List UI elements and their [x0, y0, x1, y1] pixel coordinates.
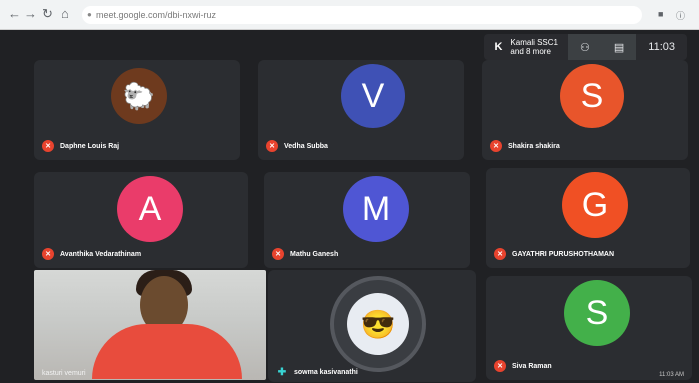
chat-icon: ▤	[613, 41, 625, 54]
muted-mic-icon: ✕	[490, 140, 502, 152]
speaking-icon: ✚	[277, 366, 287, 378]
profile-photo: 🐑	[111, 68, 167, 124]
participant-avatar: G	[562, 172, 628, 238]
participant-avatar: S	[564, 280, 630, 346]
participant-name-tag: kasturi vemuri	[42, 370, 86, 377]
participant-avatar: V	[341, 64, 405, 128]
participant-name-tag: ✕ Daphne Louis Raj	[42, 140, 119, 152]
muted-mic-icon: ✕	[494, 248, 506, 260]
participant-avatar: M	[343, 176, 409, 242]
participant-tile[interactable]: S ✕ Siva Raman 11:03 AM	[486, 276, 692, 380]
participant-name-tag: ✕ Mathu Ganesh	[272, 248, 338, 260]
people-icon: ⚇	[580, 41, 590, 54]
participant-name-tag: ✕ GAYATHRI PURUSHOTHAMAN	[494, 248, 614, 260]
muted-mic-icon: ✕	[272, 248, 284, 260]
address-text: meet.google.com/dbi-nxwi-ruz	[96, 10, 217, 20]
presenter-initial: K	[494, 41, 503, 53]
participant-tile[interactable]: 🐑 ✕ Daphne Louis Raj	[34, 60, 240, 160]
participant-name-tag: ✕ Siva Raman	[494, 360, 552, 372]
participant-tile[interactable]: A ✕ Avanthika Vedarathinam	[34, 172, 248, 268]
participant-tile[interactable]: 😎 ✚ sowma kasivanathi	[268, 270, 476, 382]
participant-name-tag: ✕ Vedha Subba	[266, 140, 328, 152]
muted-mic-icon: ✕	[266, 140, 278, 152]
participant-name-tag: ✕ Shakira shakira	[490, 140, 560, 152]
saree	[92, 324, 242, 379]
meeting-clock: 11:03	[648, 41, 675, 53]
screen: ← → ↻ ⌂ ● meet.google.com/dbi-nxwi-ruz ■…	[0, 0, 699, 383]
home-icon[interactable]: ⌂	[61, 7, 69, 21]
lock-icon: ●	[87, 10, 92, 19]
participant-tile[interactable]: V ✕ Vedha Subba	[258, 60, 464, 160]
people-button[interactable]: ⚇	[568, 34, 602, 60]
participant-tile[interactable]: G ✕ GAYATHRI PURUSHOTHAMAN	[486, 168, 690, 268]
lamb-icon: 🐑	[122, 80, 156, 111]
forward-icon[interactable]: →	[24, 7, 37, 21]
extension-icon[interactable]: ■	[658, 9, 663, 19]
participant-name-tag: ✕ Avanthika Vedarathinam	[42, 248, 141, 260]
participant-tile[interactable]: S ✕ Shakira shakira	[482, 60, 688, 160]
participant-tile[interactable]: M ✕ Mathu Ganesh	[264, 172, 470, 268]
browser-toolbar: ← → ↻ ⌂ ● meet.google.com/dbi-nxwi-ruz ■…	[0, 0, 699, 30]
chat-button[interactable]: ▤	[601, 34, 637, 60]
presentation-chip[interactable]: K Kamali SSC1 and 8 more	[484, 34, 568, 60]
address-bar[interactable]: ● meet.google.com/dbi-nxwi-ruz	[82, 6, 642, 24]
minion-icon: 😎	[347, 293, 409, 355]
muted-mic-icon: ✕	[42, 140, 54, 152]
muted-mic-icon: ✕	[42, 248, 54, 260]
camera-feed	[34, 270, 266, 380]
participant-name-tag: ✚ sowma kasivanathi	[277, 366, 358, 378]
reload-icon[interactable]: ↻	[42, 7, 53, 21]
presenter-names: Kamali SSC1 and 8 more	[510, 38, 558, 56]
participant-avatar: A	[117, 176, 183, 242]
participant-avatar: S	[560, 64, 624, 128]
muted-mic-icon: ✕	[494, 360, 506, 372]
meeting-top-controls: K Kamali SSC1 and 8 more ⚇ ▤ 11:03	[484, 34, 687, 60]
taskbar-time: 11:03 AM	[659, 372, 684, 378]
participant-video-tile[interactable]: kasturi vemuri	[34, 270, 266, 380]
profile-icon[interactable]: ⓘ	[676, 9, 685, 22]
participant-avatar: 😎	[330, 276, 426, 372]
back-icon[interactable]: ←	[8, 7, 21, 21]
